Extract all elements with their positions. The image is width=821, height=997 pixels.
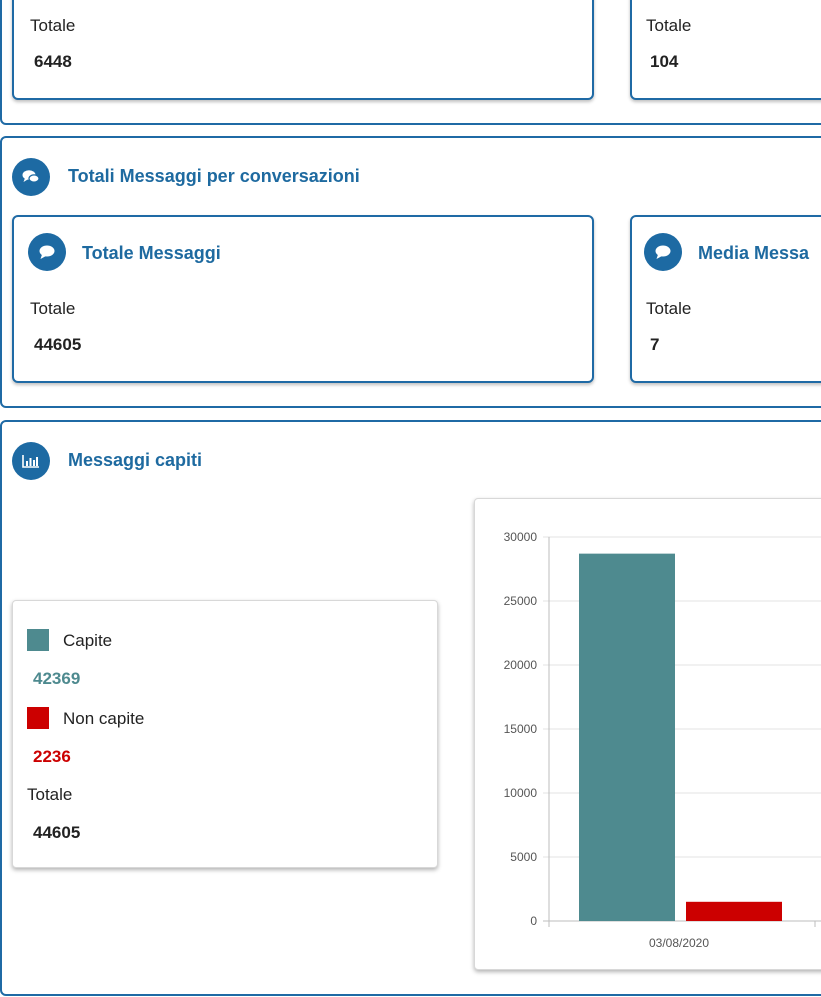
legend-value-understood: 42369 [33, 669, 81, 688]
chat-bubble-icon [644, 233, 682, 271]
legend-total-value: 44605 [33, 823, 81, 842]
section-title: Totali Messaggi per conversazioni [68, 166, 360, 186]
total-messages-card: Totale Messaggi Totale 44605 [12, 215, 594, 383]
card-title: Media Messa [698, 243, 810, 263]
average-messages-card: Media Messa Totale 7 [630, 215, 821, 383]
chat-bubble-icon [28, 233, 66, 271]
stat-value: 104 [650, 52, 679, 71]
stat-value: 7 [650, 335, 660, 354]
stat-label: Totale [646, 16, 692, 35]
legend-card: Capite 42369 Non capite 2236 Totale 4460… [12, 600, 438, 868]
y-tick-label: 10000 [504, 786, 538, 800]
stat-label: Totale [30, 299, 76, 318]
bar-series-2 [686, 901, 782, 921]
stat-label: Totale [646, 299, 692, 318]
y-tick-label: 0 [530, 914, 537, 928]
bar-chart-svg: 0 5000 10000 15000 20000 25000 30000 03/08/2020 [504, 530, 821, 950]
bar-series-1 [579, 553, 675, 921]
bar-chart: 0 5000 10000 15000 20000 25000 30000 03/08/2020 [474, 498, 821, 970]
conversations-panel: Totali Messaggi per conversazioni Totale… [0, 136, 821, 408]
y-tick-label: 30000 [504, 530, 538, 544]
stat-label: Totale [30, 16, 76, 35]
y-tick-label: 25000 [504, 594, 538, 608]
stat-value: 44605 [34, 335, 82, 354]
y-tick-label: 20000 [504, 658, 538, 672]
section-title: Messaggi capiti [68, 450, 203, 470]
stats-panel-top: Totale 6448 Totale 104 [0, 0, 821, 125]
legend-value-not-understood: 2236 [33, 747, 71, 766]
legend-swatch-not-understood [27, 707, 49, 729]
legend-swatch-understood [27, 629, 49, 651]
legend-label-understood: Capite [63, 631, 113, 650]
bar-chart-icon [12, 442, 50, 480]
legend-total-label: Totale [27, 785, 73, 804]
card-title: Totale Messaggi [82, 243, 221, 263]
stat-value: 6448 [34, 52, 72, 71]
x-tick-label: 03/08/2020 [649, 936, 709, 950]
stat-card-right: Totale 104 [630, 0, 821, 100]
chat-bubbles-icon [12, 158, 50, 196]
stat-card-left: Totale 6448 [12, 0, 594, 100]
y-tick-label: 15000 [504, 722, 538, 736]
legend-label-not-understood: Non capite [63, 709, 145, 728]
y-tick-label: 5000 [510, 850, 537, 864]
